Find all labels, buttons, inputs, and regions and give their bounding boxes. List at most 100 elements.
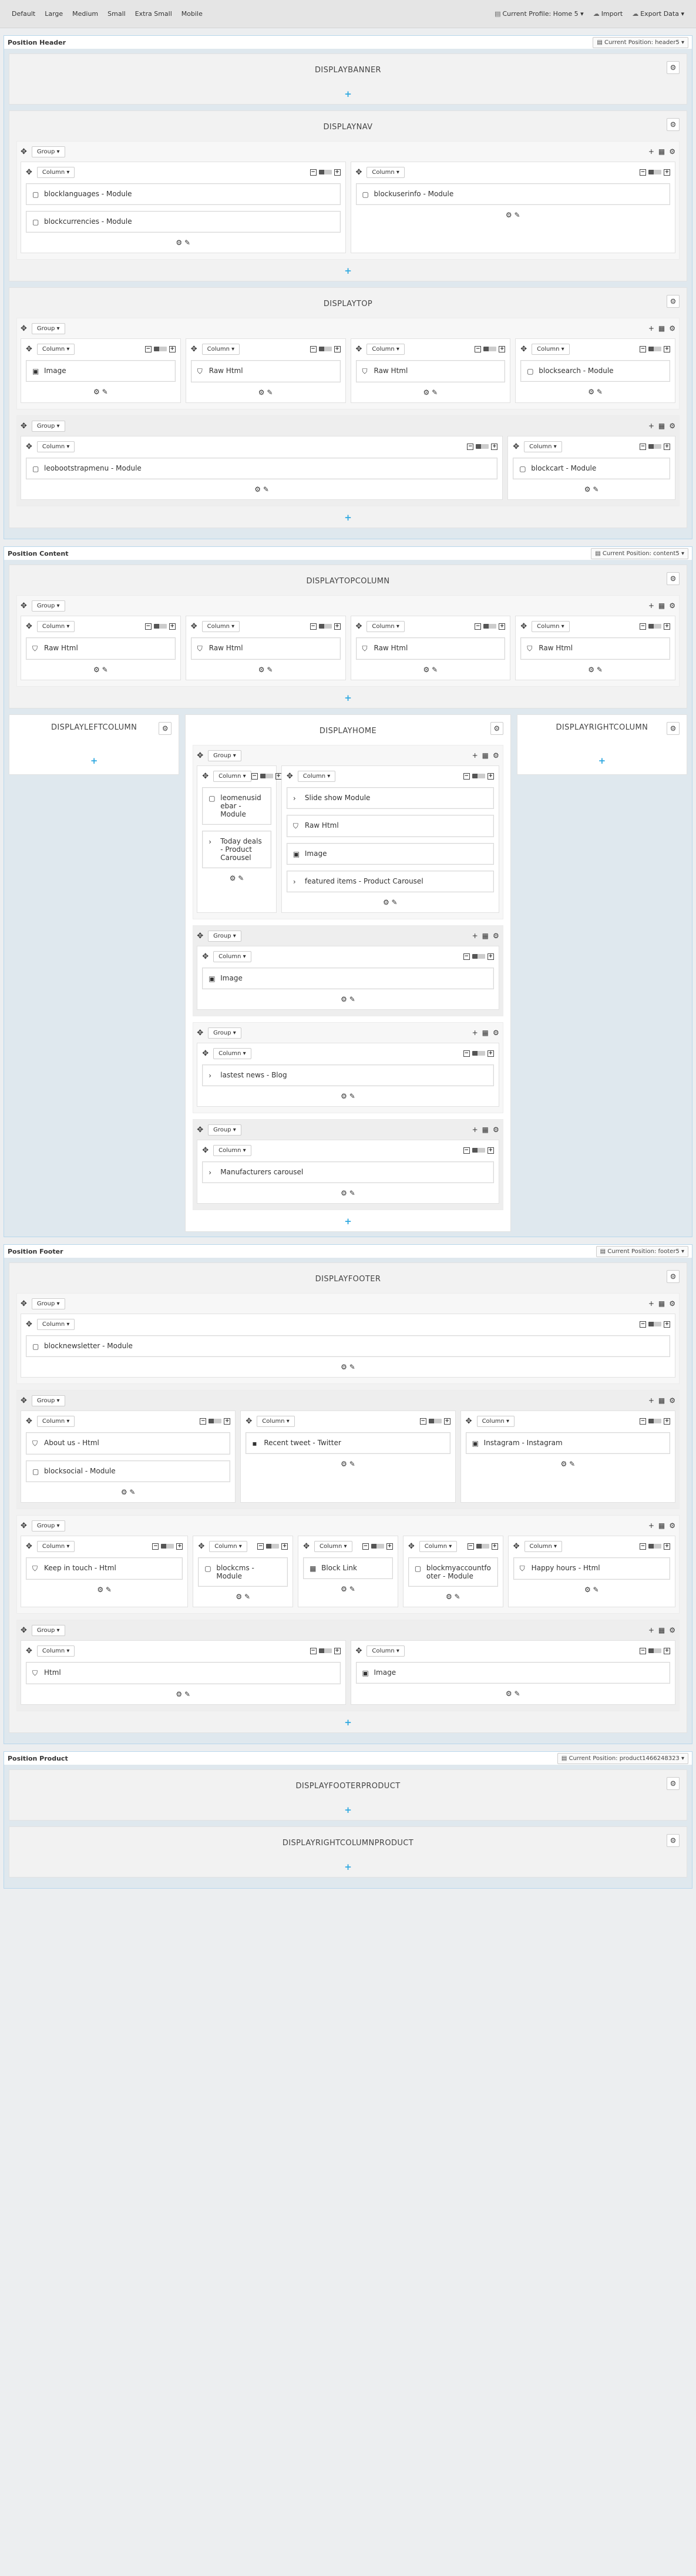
group-dropdown[interactable]: Group ▾	[208, 750, 241, 761]
increase-width-button[interactable]: +	[169, 623, 176, 630]
widget-item[interactable]: ⛉ Html	[26, 1662, 341, 1684]
move-handle-icon[interactable]: ✥	[202, 1146, 209, 1155]
move-handle-icon[interactable]: ✥	[246, 1417, 252, 1426]
toolbar-action-1[interactable]: ☁ Import	[589, 8, 628, 20]
grid-icon[interactable]: ▦	[658, 1396, 665, 1405]
decrease-width-button[interactable]: −	[362, 1543, 369, 1550]
hook-settings-gear-icon[interactable]: ⚙	[667, 295, 680, 308]
column-dropdown[interactable]: Column ▾	[257, 1415, 295, 1427]
move-handle-icon[interactable]: ✥	[21, 1299, 27, 1308]
column-settings-icons[interactable]: ⚙ ✎	[26, 388, 176, 396]
move-handle-icon[interactable]: ✥	[191, 622, 197, 631]
grid-icon[interactable]: ▦	[658, 1522, 665, 1530]
decrease-width-button[interactable]: −	[467, 443, 474, 450]
move-handle-icon[interactable]: ✥	[520, 622, 527, 631]
decrease-width-button[interactable]: −	[310, 345, 317, 352]
toolbar-action-2[interactable]: ☁ Export Data ▾	[627, 8, 689, 20]
column-settings-icons[interactable]: ⚙ ✎	[513, 1586, 670, 1594]
decrease-width-button[interactable]: −	[640, 1647, 646, 1654]
add-column-icon[interactable]: +	[648, 1626, 654, 1634]
widget-item[interactable]: ▢ blockmyaccountfooter - Module	[408, 1557, 498, 1587]
increase-width-button[interactable]: +	[664, 443, 670, 450]
column-settings-icons[interactable]: ⚙ ✎	[513, 485, 670, 493]
column-dropdown[interactable]: Column ▾	[367, 620, 405, 632]
group-dropdown[interactable]: Group ▾	[31, 1624, 65, 1636]
column-settings-icons[interactable]: ⚙ ✎	[26, 1690, 341, 1698]
gear-icon[interactable]: ⚙	[493, 1126, 499, 1134]
decrease-width-button[interactable]: −	[251, 773, 258, 780]
column-dropdown[interactable]: Column ▾	[36, 1540, 75, 1552]
gear-icon[interactable]: ⚙	[669, 1522, 675, 1530]
move-handle-icon[interactable]: ✥	[191, 345, 197, 354]
widget-item[interactable]: ▢ leomenusidebar - Module	[202, 787, 271, 825]
widget-item[interactable]: ⛉ Happy hours - Html	[513, 1557, 670, 1580]
move-handle-icon[interactable]: ✥	[520, 345, 527, 354]
widget-item[interactable]: ▢ leobootstrapmenu - Module	[26, 458, 498, 479]
decrease-width-button[interactable]: −	[257, 1543, 264, 1550]
decrease-width-button[interactable]: −	[640, 345, 646, 352]
widget-item[interactable]: ▣ Image	[26, 360, 176, 382]
move-handle-icon[interactable]: ✥	[356, 168, 362, 177]
increase-width-button[interactable]: +	[334, 169, 341, 176]
grid-icon[interactable]: ▦	[482, 751, 489, 760]
widget-item[interactable]: ▢ blockuserinfo - Module	[355, 183, 670, 205]
column-settings-icons[interactable]: ⚙ ✎	[198, 1593, 288, 1601]
column-settings-icons[interactable]: ⚙ ✎	[202, 874, 271, 882]
increase-width-button[interactable]: +	[487, 953, 494, 960]
widget-item[interactable]: ⛉ Raw Html	[190, 360, 341, 382]
increase-width-button[interactable]: +	[663, 1418, 670, 1425]
grid-icon[interactable]: ▦	[658, 1299, 665, 1308]
column-settings-icons[interactable]: ⚙ ✎	[466, 1460, 670, 1468]
hook-settings-gear-icon[interactable]: ⚙	[667, 61, 680, 74]
grid-icon[interactable]: ▦	[658, 422, 665, 430]
increase-width-button[interactable]: +	[487, 1050, 494, 1057]
add-column-icon[interactable]: +	[648, 1522, 654, 1530]
decrease-width-button[interactable]: −	[144, 345, 152, 352]
move-handle-icon[interactable]: ✥	[202, 952, 209, 961]
add-column-icon[interactable]: +	[648, 602, 654, 610]
widget-item[interactable]: ▢ blocksocial - Module	[26, 1460, 231, 1482]
move-handle-icon[interactable]: ✥	[21, 1522, 27, 1530]
column-settings-icons[interactable]: ⚙ ✎	[303, 1585, 393, 1593]
group-dropdown[interactable]: Group ▾	[208, 930, 241, 942]
move-handle-icon[interactable]: ✥	[26, 442, 32, 451]
decrease-width-button[interactable]: −	[463, 1050, 470, 1057]
move-handle-icon[interactable]: ✥	[466, 1417, 472, 1426]
increase-width-button[interactable]: +	[386, 1543, 393, 1550]
increase-width-button[interactable]: +	[169, 345, 176, 352]
increase-width-button[interactable]: +	[664, 345, 670, 352]
column-dropdown[interactable]: Column ▾	[213, 770, 251, 782]
widget-item[interactable]: ⛉ Raw Html	[26, 637, 176, 660]
column-dropdown[interactable]: Column ▾	[367, 166, 405, 178]
column-dropdown[interactable]: Column ▾	[476, 1415, 515, 1427]
move-handle-icon[interactable]: ✥	[197, 1126, 203, 1134]
column-settings-icons[interactable]: ⚙ ✎	[191, 666, 341, 674]
column-settings-icons[interactable]: ⚙ ✎	[26, 666, 176, 674]
add-column-icon[interactable]: +	[648, 422, 654, 430]
move-handle-icon[interactable]: ✥	[21, 1396, 27, 1405]
add-group-plus-icon[interactable]: +	[16, 89, 680, 99]
hook-settings-gear-icon[interactable]: ⚙	[667, 1834, 680, 1847]
hook-settings-gear-icon[interactable]: ⚙	[667, 1270, 680, 1283]
decrease-width-button[interactable]: −	[463, 773, 470, 780]
add-column-icon[interactable]: +	[648, 1396, 654, 1405]
add-column-icon[interactable]: +	[472, 751, 478, 760]
increase-width-button[interactable]: +	[487, 773, 494, 780]
column-settings-icons[interactable]: ⚙ ✎	[408, 1593, 498, 1601]
increase-width-button[interactable]: +	[334, 345, 341, 352]
column-dropdown[interactable]: Column ▾	[367, 343, 405, 355]
increase-width-button[interactable]: +	[664, 169, 670, 176]
gear-icon[interactable]: ⚙	[669, 422, 675, 430]
device-button-3[interactable]: Small	[103, 8, 130, 20]
widget-item[interactable]: › Slide show Module	[286, 787, 494, 809]
gear-icon[interactable]: ⚙	[669, 1396, 675, 1405]
widget-item[interactable]: ▪ Recent tweet - Twitter	[246, 1432, 450, 1454]
move-handle-icon[interactable]: ✥	[356, 1647, 362, 1655]
column-settings-icons[interactable]: ⚙ ✎	[26, 1363, 670, 1371]
increase-width-button[interactable]: +	[663, 1543, 670, 1550]
device-button-4[interactable]: Extra Small	[130, 8, 177, 20]
grid-icon[interactable]: ▦	[482, 1126, 489, 1134]
column-dropdown[interactable]: Column ▾	[213, 1144, 251, 1156]
decrease-width-button[interactable]: −	[310, 1647, 317, 1654]
hook-settings-gear-icon[interactable]: ⚙	[490, 722, 503, 735]
